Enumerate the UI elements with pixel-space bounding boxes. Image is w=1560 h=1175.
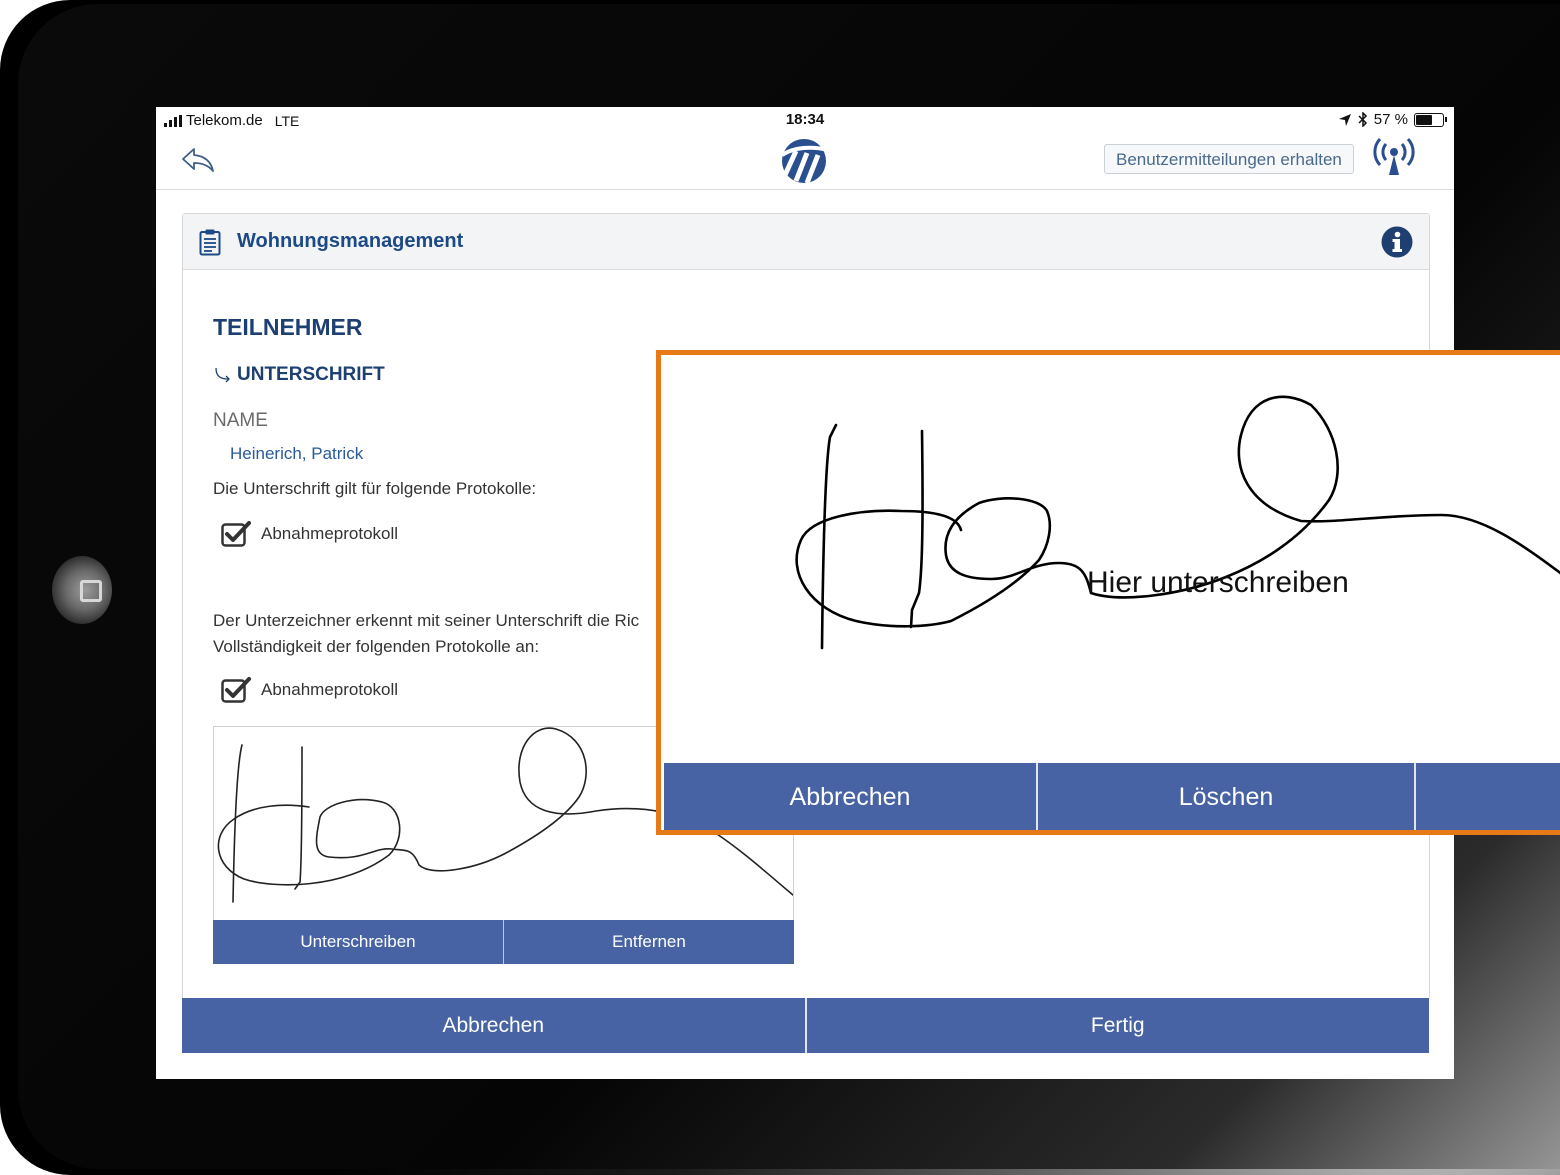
done-button[interactable]: Fertig	[804, 998, 1429, 1053]
receive-notifications-button[interactable]: Benutzermitteilungen erhalten	[1104, 144, 1354, 174]
checkbox-checked-icon[interactable]	[221, 520, 251, 548]
clipboard-icon	[199, 229, 221, 256]
name-label: NAME	[213, 410, 268, 431]
protocol-checkbox-1-label: Abnahmeprotokoll	[261, 524, 399, 543]
signature-pad-actions: Abbrechen Löschen	[664, 763, 1560, 830]
info-icon[interactable]	[1381, 226, 1413, 258]
bluetooth-icon	[1358, 112, 1367, 127]
protocol-checkbox-2[interactable]: Abnahmeprotokoll	[221, 676, 398, 704]
pad-confirm-button[interactable]	[1414, 763, 1560, 830]
protocol-checkbox-2-label: Abnahmeprotokoll	[261, 680, 399, 699]
signature-pad-zoom[interactable]: Hier unterschreiben Abbrechen Löschen	[656, 350, 1560, 835]
battery-percent: 57 %	[1373, 111, 1408, 128]
protocol-checkbox-1[interactable]: Abnahmeprotokoll	[221, 520, 398, 548]
cancel-button[interactable]: Abbrechen	[182, 998, 805, 1053]
name-value: Heinerich, Patrick	[230, 444, 364, 463]
battery-icon	[1414, 112, 1447, 127]
signature-pad-canvas[interactable]	[661, 355, 1560, 765]
app-logo-icon	[780, 139, 829, 184]
broadcast-icon[interactable]	[1372, 135, 1416, 179]
sign-here-hint: Hier unterschreiben	[1087, 566, 1349, 599]
section-title: TEILNEHMER	[213, 314, 363, 340]
ack-line-2: Vollständigkeit der folgenden Protokolle…	[213, 637, 540, 656]
ack-line-1: Der Unterzeichner erkennt mit seiner Unt…	[213, 611, 640, 630]
status-right: 57 %	[1338, 111, 1447, 128]
location-arrow-icon	[1338, 113, 1351, 126]
battery-fill	[1416, 114, 1432, 125]
sub-title: UNTERSCHRIFT	[213, 364, 385, 386]
panel-title: Wohnungsmanagement	[237, 230, 464, 252]
panel-footer-actions: Abbrechen Fertig	[182, 998, 1429, 1053]
status-bar: Telekom.de LTE 18:34 57 %	[156, 107, 1454, 133]
sign-button[interactable]: Unterschreiben	[213, 920, 503, 964]
back-arrow-icon[interactable]	[180, 145, 216, 173]
status-time: 18:34	[785, 111, 825, 128]
sub-title-label: UNTERSCHRIFT	[237, 364, 385, 385]
acknowledgement-text: Der Unterzeichner erkennt mit seiner Unt…	[213, 608, 653, 660]
pad-cancel-button[interactable]: Abbrechen	[664, 763, 1036, 830]
validity-text: Die Unterschrift gilt für folgende Proto…	[213, 479, 537, 498]
pad-clear-button[interactable]: Löschen	[1036, 763, 1414, 830]
navbar: Benutzermitteilungen erhalten	[156, 133, 1454, 190]
sub-arrow-icon	[215, 367, 230, 383]
home-button-icon	[52, 556, 112, 624]
remove-signature-button[interactable]: Entfernen	[503, 920, 794, 964]
signature-actions: Unterschreiben Entfernen	[213, 920, 794, 964]
panel-header: Wohnungsmanagement	[183, 214, 1429, 270]
checkbox-checked-icon[interactable]	[221, 676, 251, 704]
